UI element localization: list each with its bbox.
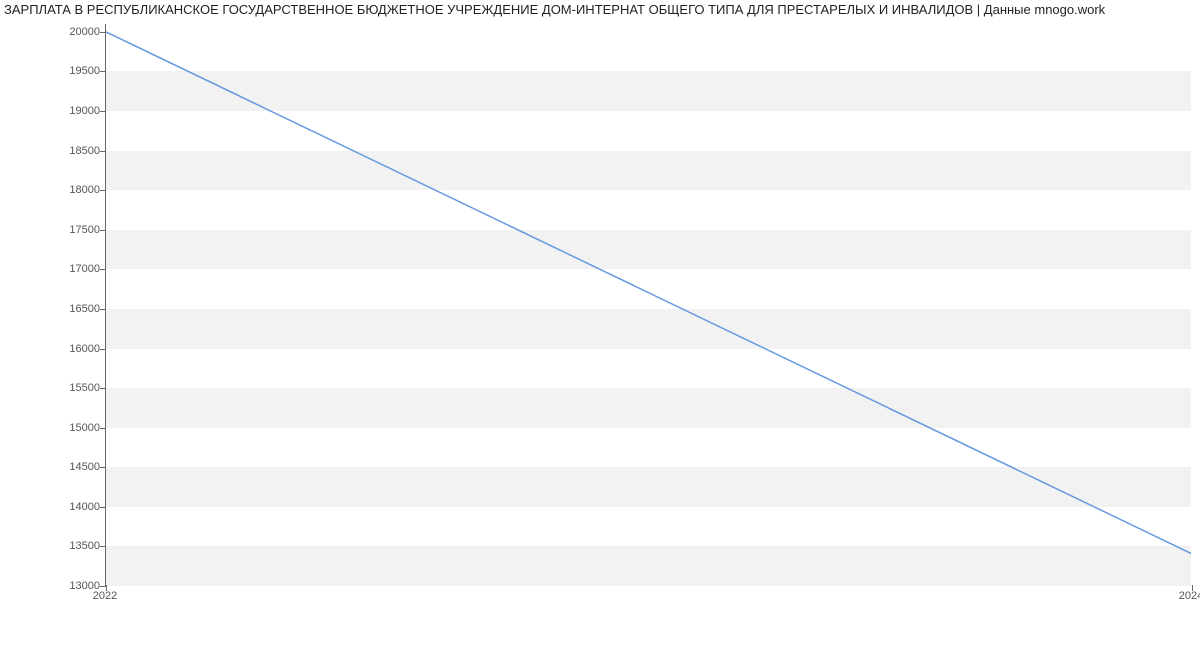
y-tick	[100, 309, 106, 310]
y-tick-label: 20000	[40, 26, 100, 38]
y-tick	[100, 467, 106, 468]
y-tick-label: 16500	[40, 303, 100, 315]
y-tick-label: 14500	[40, 461, 100, 473]
y-tick-label: 18000	[40, 184, 100, 196]
y-tick	[100, 230, 106, 231]
y-tick-label: 13000	[40, 580, 100, 592]
y-tick	[100, 546, 106, 547]
y-tick	[100, 32, 106, 33]
x-tick-label: 2022	[93, 590, 117, 602]
y-tick-label: 15500	[40, 382, 100, 394]
y-tick	[100, 349, 106, 350]
chart-container: ЗАРПЛАТА В РЕСПУБЛИКАНСКОЕ ГОСУДАРСТВЕНН…	[0, 0, 1200, 650]
y-tick-label: 14000	[40, 501, 100, 513]
y-tick-label: 18500	[40, 145, 100, 157]
y-tick-label: 15000	[40, 422, 100, 434]
plot-area	[105, 24, 1191, 586]
y-tick	[100, 428, 106, 429]
y-tick	[100, 111, 106, 112]
y-tick-label: 13500	[40, 540, 100, 552]
y-tick	[100, 269, 106, 270]
y-tick-label: 19500	[40, 65, 100, 77]
y-tick-label: 17000	[40, 263, 100, 275]
y-tick-label: 16000	[40, 343, 100, 355]
y-tick	[100, 151, 106, 152]
y-tick-label: 17500	[40, 224, 100, 236]
y-tick	[100, 71, 106, 72]
y-tick	[100, 190, 106, 191]
y-tick	[100, 507, 106, 508]
y-tick	[100, 388, 106, 389]
x-tick-label: 2024	[1179, 590, 1200, 602]
y-tick-label: 19000	[40, 105, 100, 117]
line-series	[106, 24, 1191, 585]
chart-title: ЗАРПЛАТА В РЕСПУБЛИКАНСКОЕ ГОСУДАРСТВЕНН…	[0, 2, 1200, 17]
series-line	[106, 32, 1191, 553]
